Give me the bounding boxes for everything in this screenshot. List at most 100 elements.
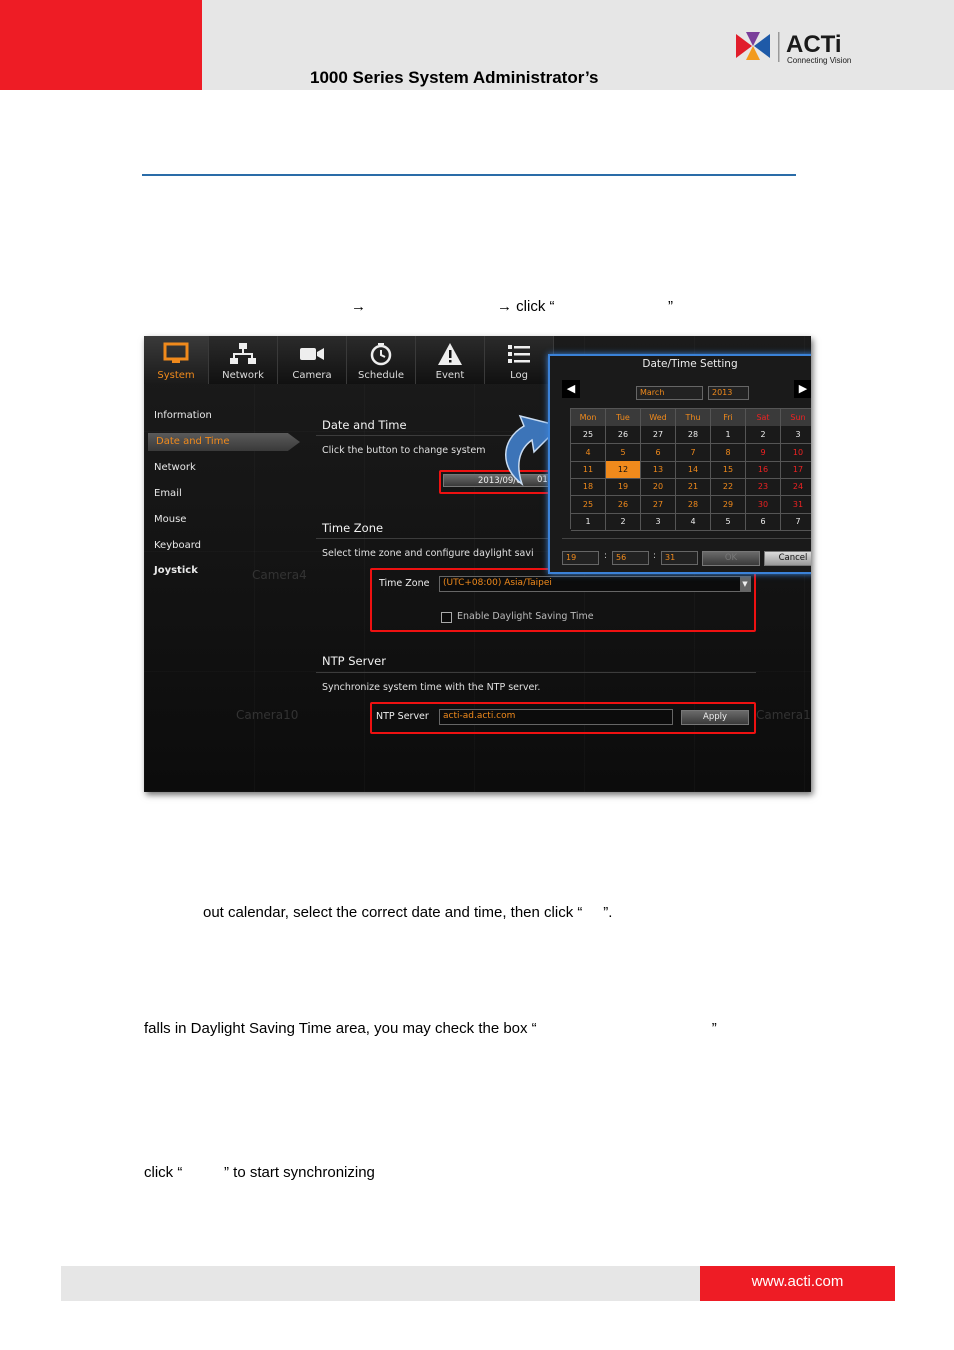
calendar-day[interactable]: 11 bbox=[571, 460, 606, 479]
calendar-day[interactable]: 25 bbox=[571, 495, 606, 514]
calendar-day[interactable]: 16 bbox=[746, 460, 781, 479]
calendar-day[interactable]: 19 bbox=[606, 478, 641, 497]
paragraph-dst: falls in Daylight Saving Time area, you … bbox=[144, 1020, 717, 1037]
calendar-day[interactable]: 29 bbox=[711, 495, 746, 514]
calendar-day[interactable]: 17 bbox=[781, 461, 811, 479]
time-zone-value: (UTC+08:00) Asia/Taipei bbox=[443, 578, 552, 588]
calendar-day[interactable]: 9 bbox=[746, 443, 781, 462]
section-rule bbox=[142, 174, 796, 176]
clock-icon bbox=[370, 343, 392, 366]
time-zone-select[interactable]: (UTC+08:00) Asia/Taipei ▼ bbox=[439, 576, 751, 592]
footer-url[interactable]: www.acti.com bbox=[700, 1273, 895, 1290]
calendar-day[interactable]: 21 bbox=[676, 478, 711, 497]
calendar-day[interactable]: 31 bbox=[781, 496, 811, 514]
bg-camera-label: Camera10 bbox=[236, 708, 299, 722]
sidebar-item-mouse[interactable]: Mouse bbox=[154, 514, 186, 525]
dst-checkbox[interactable] bbox=[441, 612, 452, 623]
calendar-weekday: Mon bbox=[571, 409, 606, 426]
calendar-day[interactable]: 28 bbox=[676, 426, 711, 445]
tab-network[interactable]: Network bbox=[209, 336, 278, 384]
time-zone-label: Time Zone bbox=[379, 578, 430, 589]
calendar-day[interactable]: 4 bbox=[676, 512, 711, 531]
calendar-day[interactable]: 22 bbox=[711, 478, 746, 497]
calendar-day[interactable]: 26 bbox=[606, 426, 641, 445]
month-select[interactable]: March bbox=[636, 386, 703, 400]
calendar-day[interactable]: 7 bbox=[781, 513, 811, 531]
time-zone-title: Time Zone bbox=[322, 521, 384, 535]
hour-select[interactable]: 19 bbox=[562, 551, 599, 565]
tab-label: Schedule bbox=[358, 370, 404, 381]
bg-camera-label: Camera11 bbox=[756, 708, 811, 722]
calendar-day[interactable]: 6 bbox=[746, 512, 781, 531]
acti-logo: ACTi Connecting Vision bbox=[736, 31, 851, 65]
header-red-block bbox=[0, 0, 202, 90]
next-month-button[interactable]: ▶ bbox=[794, 380, 811, 398]
calendar-day[interactable]: 5 bbox=[606, 443, 641, 462]
calendar-day[interactable]: 23 bbox=[746, 478, 781, 497]
calendar-day[interactable]: 2 bbox=[606, 512, 641, 531]
calendar-day[interactable]: 14 bbox=[676, 460, 711, 479]
prev-month-button[interactable]: ◀ bbox=[562, 380, 580, 398]
calendar-day[interactable]: 18 bbox=[571, 478, 606, 497]
tab-schedule[interactable]: Schedule bbox=[347, 336, 416, 384]
calendar-day[interactable]: 2 bbox=[746, 426, 781, 445]
calendar-day[interactable]: 15 bbox=[711, 460, 746, 479]
tab-system[interactable]: System bbox=[144, 336, 209, 384]
calendar-day[interactable]: 3 bbox=[641, 512, 676, 531]
calendar-day[interactable]: 12 bbox=[606, 460, 641, 479]
divider bbox=[316, 672, 756, 673]
sidebar-item-joystick[interactable]: Joystick bbox=[154, 565, 198, 576]
sidebar-item-network[interactable]: Network bbox=[154, 462, 196, 473]
tab-label: Camera bbox=[292, 370, 332, 381]
calendar-day[interactable]: 27 bbox=[641, 495, 676, 514]
sidebar-item-keyboard[interactable]: Keyboard bbox=[154, 540, 201, 551]
cancel-button[interactable]: Cancel bbox=[764, 551, 811, 566]
calendar-weekday: Wed bbox=[641, 409, 676, 426]
sidebar-item-information[interactable]: Information bbox=[154, 410, 212, 421]
calendar-day[interactable]: 1 bbox=[711, 426, 746, 445]
year-select[interactable]: 2013 bbox=[708, 386, 749, 400]
calendar-day[interactable]: 27 bbox=[641, 426, 676, 445]
time-colon: : bbox=[653, 551, 657, 561]
ntp-server-input[interactable]: acti-ad.acti.com bbox=[439, 709, 673, 725]
calendar-weekday: Sun bbox=[781, 409, 811, 426]
tab-event[interactable]: Event bbox=[416, 336, 485, 384]
popup-title: Date/Time Setting bbox=[642, 358, 738, 370]
calendar-day[interactable]: 1 bbox=[571, 512, 606, 531]
calendar-day[interactable]: 20 bbox=[641, 478, 676, 497]
ok-button[interactable]: OK bbox=[702, 551, 760, 566]
tab-label: Network bbox=[222, 370, 264, 381]
list-icon bbox=[508, 345, 530, 363]
calendar-day[interactable]: 25 bbox=[571, 426, 606, 445]
calendar-day[interactable]: 30 bbox=[746, 495, 781, 514]
apply-button[interactable]: Apply bbox=[681, 710, 749, 725]
calendar-day[interactable]: 3 bbox=[781, 426, 811, 445]
paragraph-calendar: out calendar, select the correct date an… bbox=[203, 904, 613, 921]
tab-label: Event bbox=[435, 370, 465, 381]
tab-camera[interactable]: Camera bbox=[278, 336, 347, 384]
calendar-day[interactable]: 13 bbox=[641, 460, 676, 479]
ntp-desc: Synchronize system time with the NTP ser… bbox=[322, 682, 541, 693]
calendar-day[interactable]: 5 bbox=[711, 512, 746, 531]
calendar-weekday: Thu bbox=[676, 409, 711, 426]
calendar-day[interactable]: 24 bbox=[781, 478, 811, 497]
chevron-down-icon: ▼ bbox=[740, 577, 750, 591]
tab-log[interactable]: Log bbox=[485, 336, 554, 384]
network-icon bbox=[230, 343, 256, 364]
calendar-day[interactable]: 4 bbox=[571, 443, 606, 462]
calendar-weekday: Fri bbox=[711, 409, 746, 426]
minute-select[interactable]: 56 bbox=[612, 551, 649, 565]
calendar-day[interactable]: 7 bbox=[676, 443, 711, 462]
divider bbox=[562, 538, 811, 539]
sidebar-item-email[interactable]: Email bbox=[154, 488, 182, 499]
calendar-day[interactable]: 6 bbox=[641, 443, 676, 462]
calendar-day[interactable]: 26 bbox=[606, 495, 641, 514]
calendar-day[interactable]: 28 bbox=[676, 495, 711, 514]
calendar-day[interactable]: 8 bbox=[711, 443, 746, 462]
camera-icon bbox=[300, 348, 324, 360]
warning-icon bbox=[438, 343, 462, 365]
second-select[interactable]: 31 bbox=[661, 551, 698, 565]
calendar-day[interactable]: 10 bbox=[781, 444, 811, 462]
nav-arrow-2: → click “ bbox=[497, 298, 555, 315]
calendar-weekday: Tue bbox=[606, 409, 641, 426]
